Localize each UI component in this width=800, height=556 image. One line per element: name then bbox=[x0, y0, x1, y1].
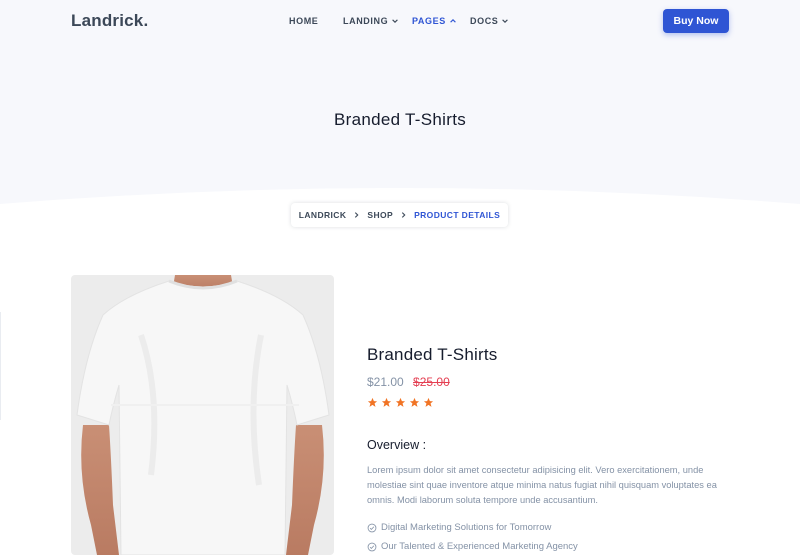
current-price: $21.00 bbox=[367, 375, 404, 389]
nav-item-landing[interactable]: LANDING bbox=[343, 16, 399, 26]
chevron-down-icon bbox=[502, 19, 509, 23]
feature-text: Our Talented & Experienced Marketing Age… bbox=[381, 541, 578, 552]
star-icon bbox=[367, 397, 378, 407]
star-icon bbox=[395, 397, 406, 407]
product-image[interactable] bbox=[71, 275, 334, 555]
nav-item-label: LANDING bbox=[343, 16, 389, 26]
feature-text: Digital Marketing Solutions for Tomorrow bbox=[381, 522, 552, 533]
check-circle-icon bbox=[367, 542, 377, 551]
nav-item-home[interactable]: HOME bbox=[289, 16, 318, 26]
breadcrumb-item-shop[interactable]: SHOP bbox=[367, 210, 393, 220]
feature-list: Digital Marketing Solutions for Tomorrow… bbox=[367, 518, 578, 556]
star-icon bbox=[409, 397, 420, 407]
page-title: Branded T-Shirts bbox=[333, 110, 467, 129]
edge-divider bbox=[0, 312, 1, 420]
price-row: $21.00 $25.00 bbox=[367, 375, 450, 389]
chevron-right-icon bbox=[355, 212, 359, 218]
overview-heading: Overview : bbox=[367, 438, 427, 452]
star-icon bbox=[381, 397, 392, 407]
chevron-down-icon bbox=[392, 19, 398, 23]
check-circle-icon bbox=[367, 523, 377, 532]
chevron-right-icon bbox=[401, 212, 406, 218]
star-icon bbox=[423, 397, 434, 407]
list-item: Digital Marketing Solutions for Tomorrow bbox=[367, 518, 578, 537]
site-header: Landrick. HOME LANDING PAGES DOCS Buy No… bbox=[0, 0, 800, 42]
breadcrumb: LANDRICK SHOP PRODUCT DETAILS bbox=[291, 203, 508, 227]
breadcrumb-item-landrick[interactable]: LANDRICK bbox=[299, 210, 347, 220]
list-item: Our Talented & Experienced Marketing Age… bbox=[367, 537, 578, 556]
product-description: Lorem ipsum dolor sit amet consectetur a… bbox=[367, 465, 717, 505]
nav-item-label: HOME bbox=[289, 16, 319, 26]
nav-item-label: PAGES bbox=[412, 16, 446, 26]
buy-now-button[interactable]: Buy Now bbox=[663, 9, 729, 33]
nav-item-docs[interactable]: DOCS bbox=[470, 16, 509, 26]
product-title: Branded T-Shirts bbox=[367, 345, 498, 364]
nav-item-pages[interactable]: PAGES bbox=[412, 16, 457, 26]
original-price: $25.00 bbox=[413, 375, 450, 389]
chevron-up-icon bbox=[450, 19, 456, 23]
breadcrumb-item-current: PRODUCT DETAILS bbox=[414, 210, 501, 220]
tshirt-illustration bbox=[76, 275, 330, 555]
rating-stars bbox=[367, 397, 434, 408]
nav-item-label: DOCS bbox=[470, 16, 499, 26]
